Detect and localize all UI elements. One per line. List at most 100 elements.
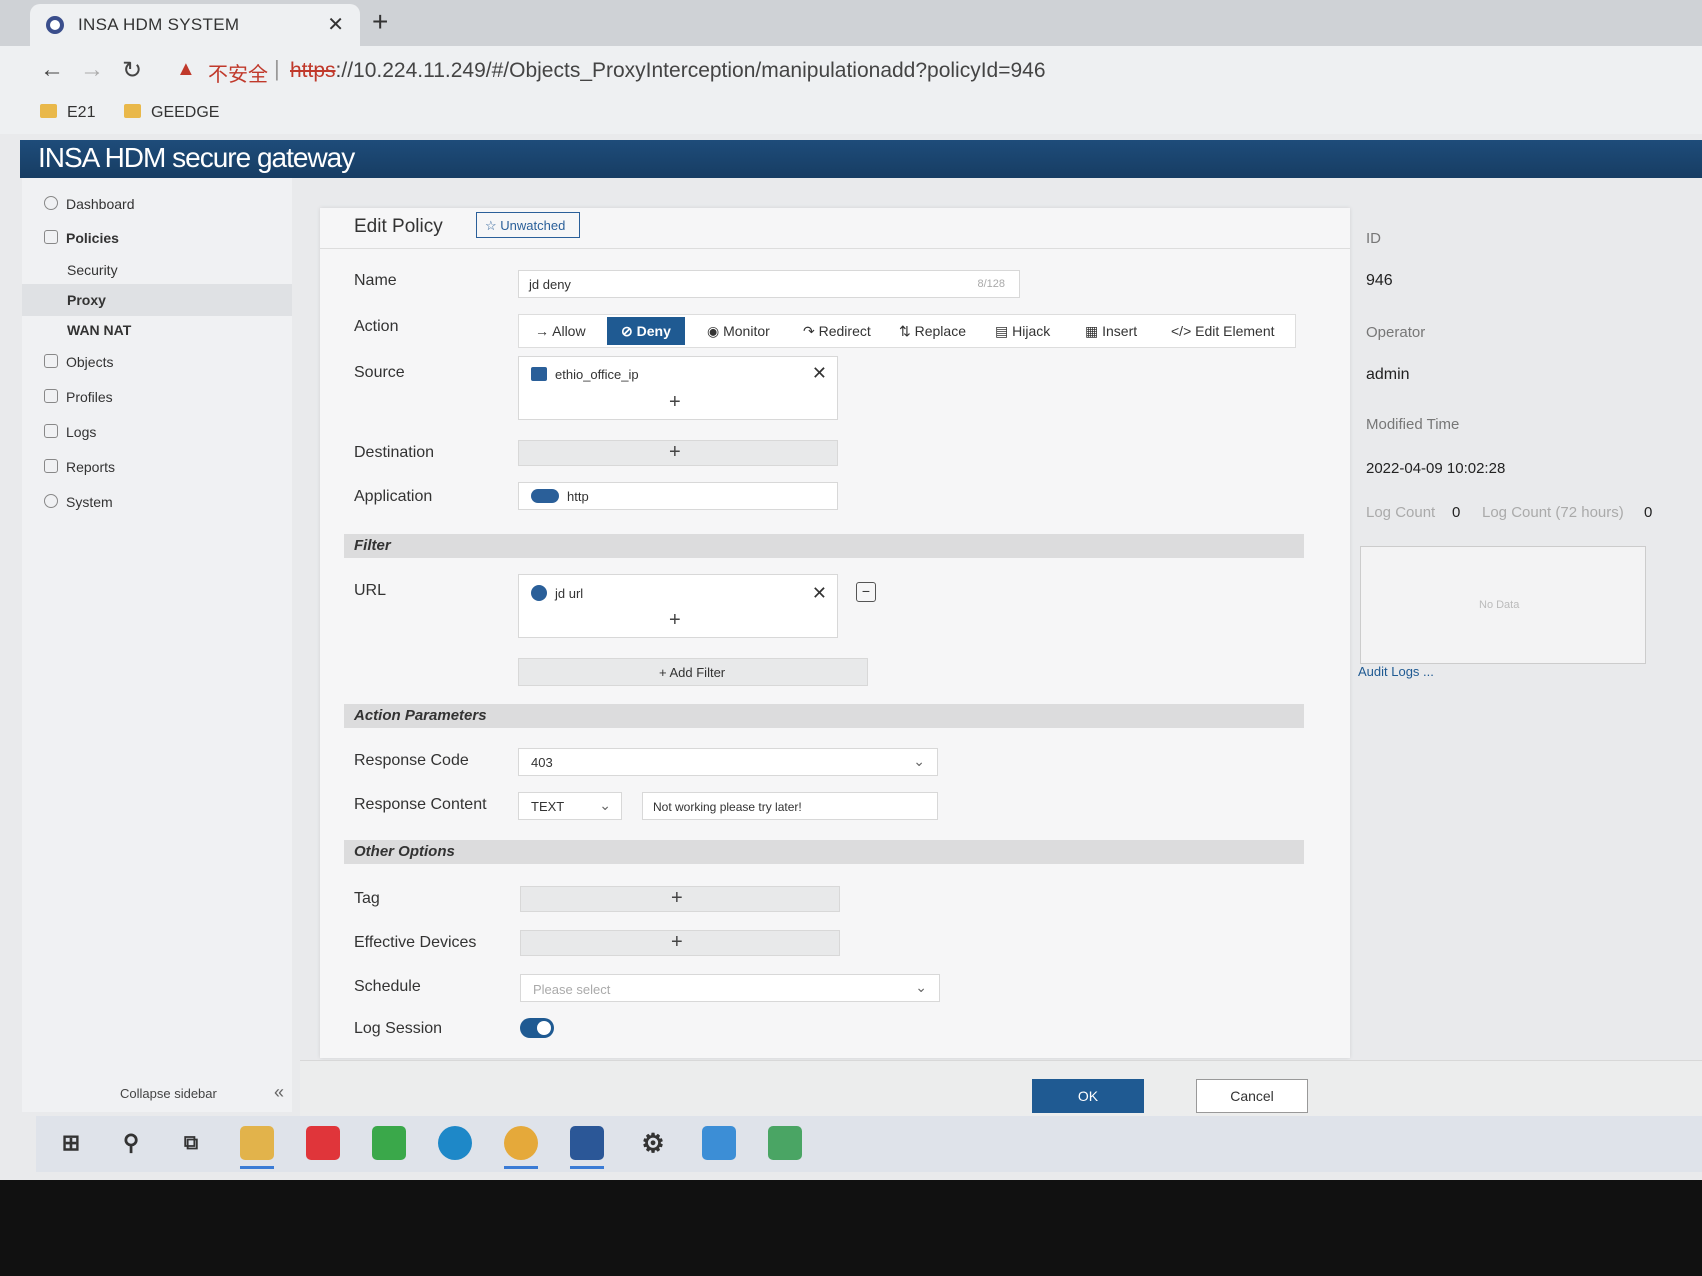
tab-title: INSA HDM SYSTEM: [78, 15, 240, 34]
effective-devices-label: Effective Devices: [354, 934, 477, 951]
add-source-icon[interactable]: +: [669, 391, 681, 414]
task-view-icon[interactable]: ⧉: [174, 1126, 208, 1160]
sidebar-item-policies[interactable]: Policies: [22, 222, 292, 254]
search-icon[interactable]: ⚲: [114, 1126, 148, 1160]
application-field: http: [518, 482, 838, 510]
close-tab-icon[interactable]: ✕: [327, 12, 344, 37]
action-redirect[interactable]: ↷ Redirect: [803, 323, 871, 340]
favicon-icon: [46, 16, 64, 34]
chevron-down-icon: ⌄: [915, 979, 927, 995]
sidebar-item-wan-nat[interactable]: WAN NAT: [22, 314, 292, 346]
application-tag[interactable]: http: [531, 489, 589, 504]
add-device-icon[interactable]: +: [671, 931, 683, 954]
add-destination-icon[interactable]: +: [669, 441, 681, 464]
bookmark-item[interactable]: E21: [40, 104, 95, 122]
word-icon[interactable]: [570, 1126, 604, 1160]
remove-filter-icon[interactable]: −: [856, 582, 876, 602]
app-title: INSA HDM secure gateway: [38, 142, 355, 173]
sidebar-item-system[interactable]: System: [22, 486, 292, 518]
action-insert[interactable]: ▦ Insert: [1085, 323, 1137, 340]
arrow-right-icon: →: [535, 323, 553, 339]
insert-icon: ▦: [1085, 323, 1103, 339]
active-indicator: [240, 1166, 274, 1169]
cancel-button[interactable]: Cancel: [1196, 1079, 1308, 1113]
block-icon: ⊘: [621, 323, 637, 339]
tag-field[interactable]: +: [520, 886, 840, 912]
forward-icon[interactable]: →: [80, 56, 104, 84]
tag-label: Tag: [354, 890, 380, 907]
url-label: URL: [354, 582, 387, 599]
collapse-sidebar-icon[interactable]: «: [274, 1082, 284, 1103]
response-content-type-select[interactable]: TEXT ⌄: [518, 792, 622, 820]
name-input[interactable]: jd deny 8/128: [518, 270, 1020, 298]
reload-icon[interactable]: ↻: [122, 56, 142, 85]
name-char-count: 8/128: [977, 278, 1005, 290]
sidebar-item-logs[interactable]: Logs: [22, 416, 292, 448]
insecure-label[interactable]: 不安全: [208, 58, 268, 87]
response-content-input[interactable]: Not working please try later!: [642, 792, 938, 820]
ok-button[interactable]: OK: [1032, 1079, 1144, 1113]
url-tag[interactable]: jd url: [531, 585, 583, 601]
response-code-select[interactable]: 403 ⌄: [518, 748, 938, 776]
remote-desktop-icon[interactable]: [702, 1126, 736, 1160]
audit-logs-link[interactable]: Audit Logs ...: [1358, 664, 1434, 679]
add-tag-icon[interactable]: +: [671, 887, 683, 910]
url-field: jd url ✕ +: [518, 574, 838, 638]
edge-browser-icon[interactable]: [438, 1126, 472, 1160]
url-scheme: https: [290, 59, 336, 82]
policies-icon: [44, 230, 58, 244]
source-label: Source: [354, 364, 405, 381]
active-indicator: [570, 1166, 604, 1169]
logs-icon: [44, 424, 58, 438]
ie-browser-icon[interactable]: [372, 1126, 406, 1160]
application-label: Application: [354, 488, 433, 505]
file-explorer-icon[interactable]: [240, 1126, 274, 1160]
sidebar-item-proxy[interactable]: Proxy: [22, 284, 292, 316]
name-label: Name: [354, 272, 397, 289]
source-tag[interactable]: ethio_office_ip: [531, 367, 639, 382]
chrome-browser-icon[interactable]: [504, 1126, 538, 1160]
paint-icon[interactable]: [768, 1126, 802, 1160]
url-path: ://10.224.11.249/#/Objects_ProxyIntercep…: [335, 59, 1046, 82]
modified-time-value: 2022-04-09 10:02:28: [1366, 460, 1506, 477]
bookmark-item[interactable]: GEEDGE: [124, 104, 219, 122]
redirect-icon: ↷: [803, 323, 819, 339]
action-monitor[interactable]: ◉ Monitor: [707, 323, 770, 340]
sidebar-item-objects[interactable]: Objects: [22, 346, 292, 378]
remove-url-icon[interactable]: ✕: [812, 583, 827, 604]
collapse-sidebar-label[interactable]: Collapse sidebar: [120, 1086, 217, 1101]
back-icon[interactable]: ←: [40, 56, 64, 84]
dashboard-icon: [44, 196, 58, 210]
sidebar-item-reports[interactable]: Reports: [22, 451, 292, 483]
action-replace[interactable]: ⇅ Replace: [899, 323, 966, 340]
reports-icon: [44, 459, 58, 473]
destination-field[interactable]: +: [518, 440, 838, 466]
youdao-icon[interactable]: [306, 1126, 340, 1160]
plus-icon: +: [659, 665, 670, 680]
new-tab-icon[interactable]: +: [372, 6, 388, 38]
settings-gear-icon[interactable]: ⚙: [636, 1126, 670, 1160]
unwatched-button[interactable]: ☆ Unwatched: [476, 212, 580, 238]
screen: INSA HDM SYSTEM ✕ + ← → ↻ ▲ 不安全 | https:…: [0, 0, 1702, 1180]
schedule-label: Schedule: [354, 978, 421, 995]
schedule-select[interactable]: Please select ⌄: [520, 974, 940, 1002]
log-count-72h-label: Log Count (72 hours): [1482, 504, 1624, 521]
add-filter-button[interactable]: + Add Filter: [518, 658, 868, 686]
url-field[interactable]: https://10.224.11.249/#/Objects_ProxyInt…: [290, 59, 1046, 83]
effective-devices-field[interactable]: +: [520, 930, 840, 956]
action-hijack[interactable]: ▤ Hijack: [995, 323, 1050, 340]
log-chart-area: No Data: [1360, 546, 1646, 664]
sidebar-item-security[interactable]: Security: [22, 254, 292, 286]
log-session-toggle[interactable]: [520, 1018, 554, 1038]
remove-source-icon[interactable]: ✕: [812, 363, 827, 384]
ip-icon: [531, 367, 547, 381]
sidebar-item-profiles[interactable]: Profiles: [22, 381, 292, 413]
action-deny[interactable]: ⊘ Deny: [607, 317, 685, 345]
action-edit-element[interactable]: </> Edit Element: [1171, 323, 1275, 339]
browser-tab[interactable]: INSA HDM SYSTEM ✕: [30, 4, 360, 46]
action-allow[interactable]: → Allow: [535, 323, 586, 339]
sidebar-item-dashboard[interactable]: Dashboard: [22, 188, 292, 220]
windows-start-icon[interactable]: ⊞: [54, 1126, 88, 1160]
add-url-icon[interactable]: +: [669, 609, 681, 632]
action-params-section: Action Parameters: [344, 704, 1304, 728]
